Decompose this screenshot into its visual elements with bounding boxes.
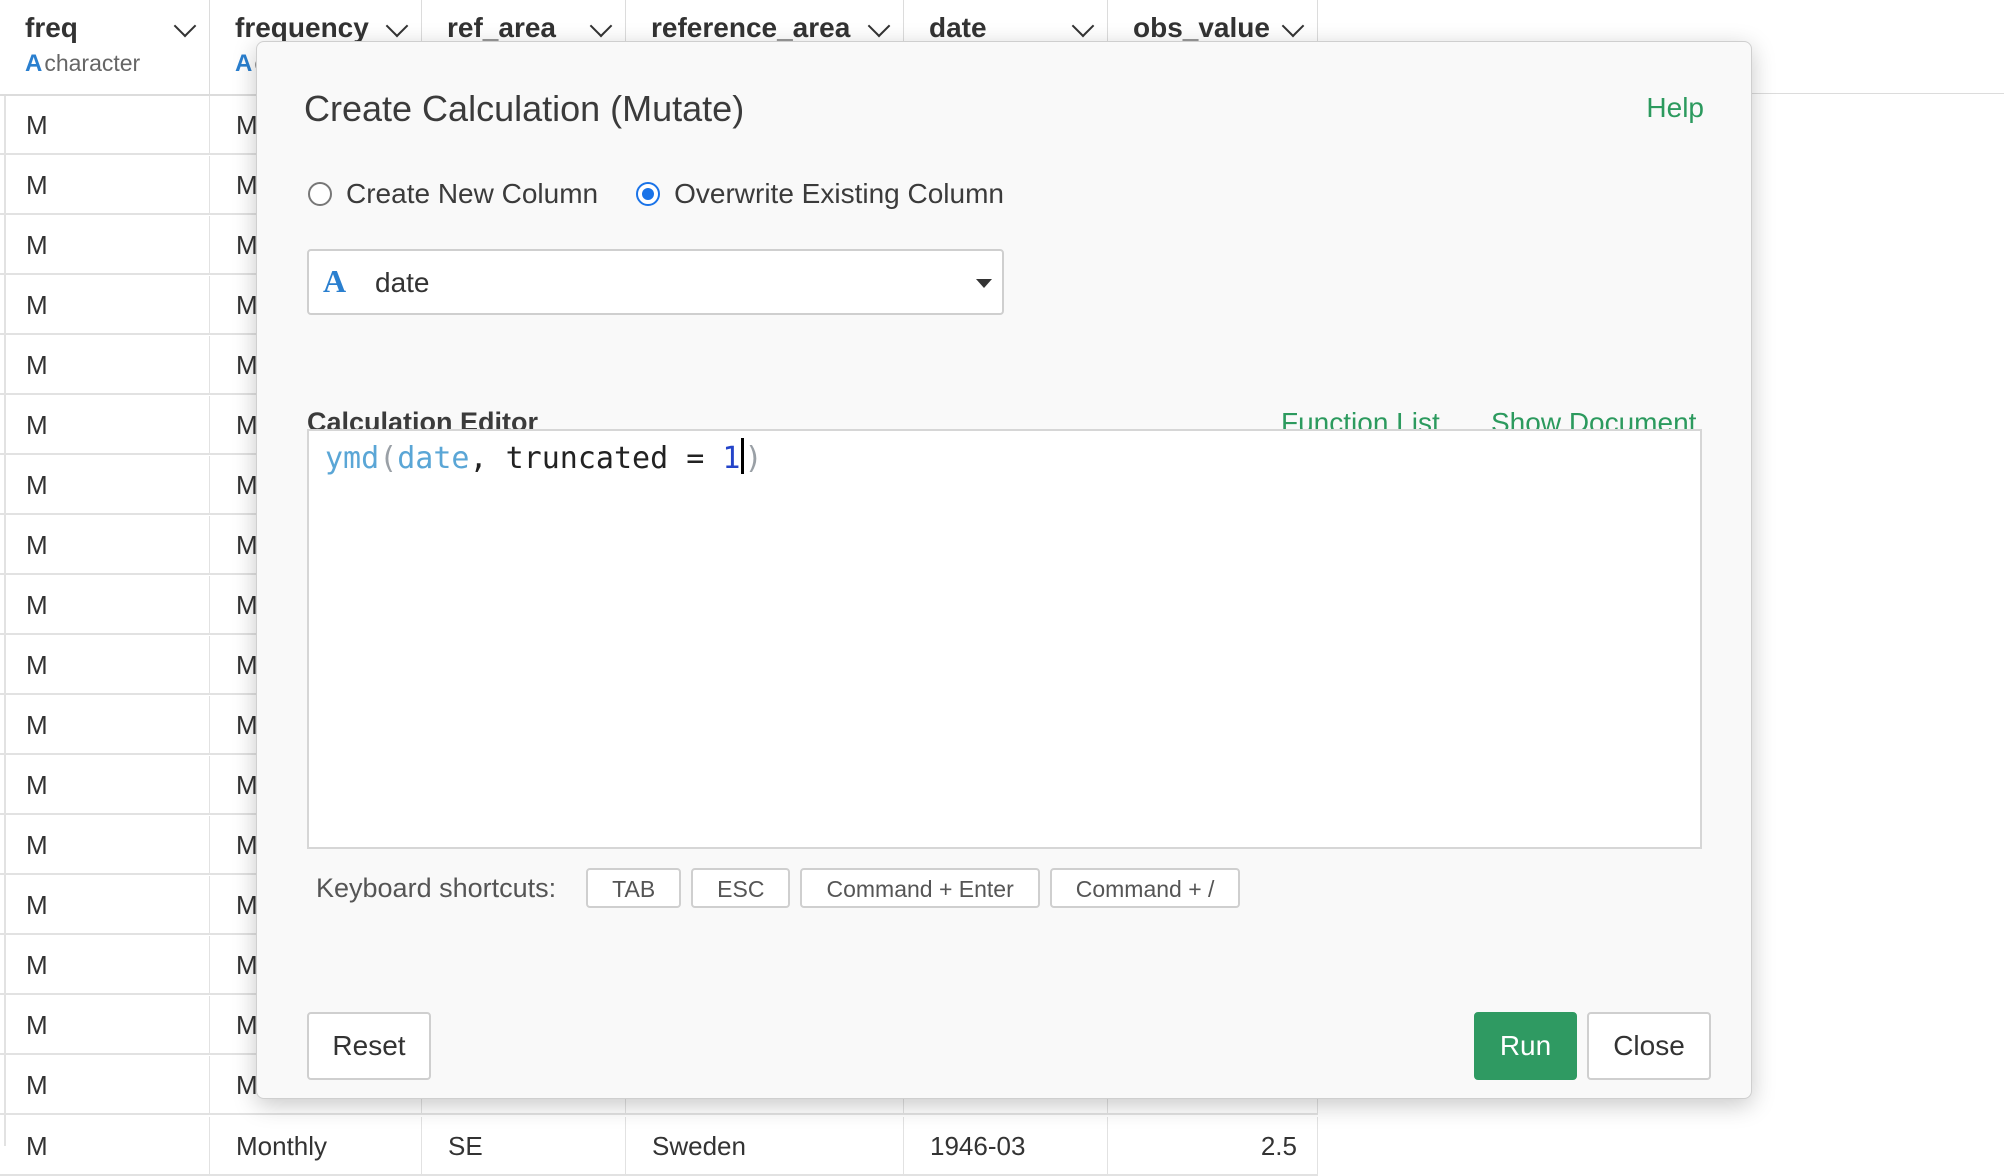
column-type: Acharacter [25,50,209,78]
code-line: ymd(date, truncated = 1) [325,437,763,481]
code-function-token: ymd [325,441,380,476]
caret-down-icon[interactable] [976,279,992,288]
cell-freq: M [0,216,210,275]
code-paren-token: ( [379,441,398,476]
keyboard-shortcuts-label: Keyboard shortcuts: [316,872,557,903]
column-select-value: date [375,267,430,298]
keyboard-shortcuts: Keyboard shortcuts: TAB ESC Command + En… [316,868,1250,908]
close-button[interactable]: Close [1587,1012,1711,1080]
dialog-title: Create Calculation (Mutate) [304,88,745,129]
cell-freq: M [0,636,210,695]
radio-circle[interactable] [636,182,661,206]
radio-label: Overwrite Existing Column [674,178,1004,209]
cell-freq: M [0,1056,210,1115]
cell-freq: M [0,396,210,455]
code-variable-token: date [397,441,470,476]
code-number-token: 1 [722,441,741,476]
cell-freq: M [0,276,210,335]
overwrite-existing-column-radio[interactable]: Overwrite Existing Column [636,178,1004,210]
help-link[interactable]: Help [1646,92,1704,124]
cell-frequency: Monthly [210,1117,422,1176]
cell-freq: M [0,96,210,155]
cell-freq: M [0,516,210,575]
cell-freq: M [0,1117,210,1176]
code-plain-token: , truncated = [469,441,723,476]
column-type-label: character [44,50,141,76]
cell-ref-area: SE [422,1117,626,1176]
radio-circle[interactable] [308,182,332,206]
character-type-icon: A [235,50,253,77]
reset-button[interactable]: Reset [307,1012,431,1080]
cell-freq: M [0,936,210,995]
character-type-icon: A [323,263,347,299]
cell-freq: M [0,756,210,815]
cell-freq: M [0,876,210,935]
cell-freq: M [0,996,210,1055]
cell-reference-area: Sweden [626,1117,904,1176]
character-type-icon: A [25,50,43,77]
cell-obs-value: 2.5 [1108,1117,1318,1176]
shortcut-esc-button[interactable]: ESC [691,868,791,908]
table-row[interactable]: M Monthly SE Sweden 1946-03 2.5 [0,1117,1318,1176]
cell-freq: M [0,576,210,635]
cell-freq: M [0,336,210,395]
column-mode-radio-group: Create New Column Overwrite Existing Col… [308,178,1042,210]
radio-label: Create New Column [346,178,599,209]
cell-freq: M [0,456,210,515]
cell-freq: M [0,816,210,875]
cell-freq: M [0,696,210,755]
column-header-freq[interactable]: freq Acharacter [0,0,210,94]
shortcut-tab-button[interactable]: TAB [586,868,682,908]
code-paren-token: ) [744,441,763,476]
shortcut-command-slash-button[interactable]: Command + / [1049,868,1241,908]
column-select[interactable]: A date [307,249,1004,315]
create-new-column-radio[interactable]: Create New Column [308,178,598,210]
calculation-editor[interactable]: ymd(date, truncated = 1) [307,429,1702,849]
cell-freq: M [0,156,210,215]
cell-date: 1946-03 [904,1117,1108,1176]
shortcut-command-enter-button[interactable]: Command + Enter [800,868,1040,908]
column-name: reference_area [651,12,851,43]
create-calculation-dialog: Create Calculation (Mutate) Help Create … [256,41,1752,1099]
run-button[interactable]: Run [1474,1012,1577,1080]
